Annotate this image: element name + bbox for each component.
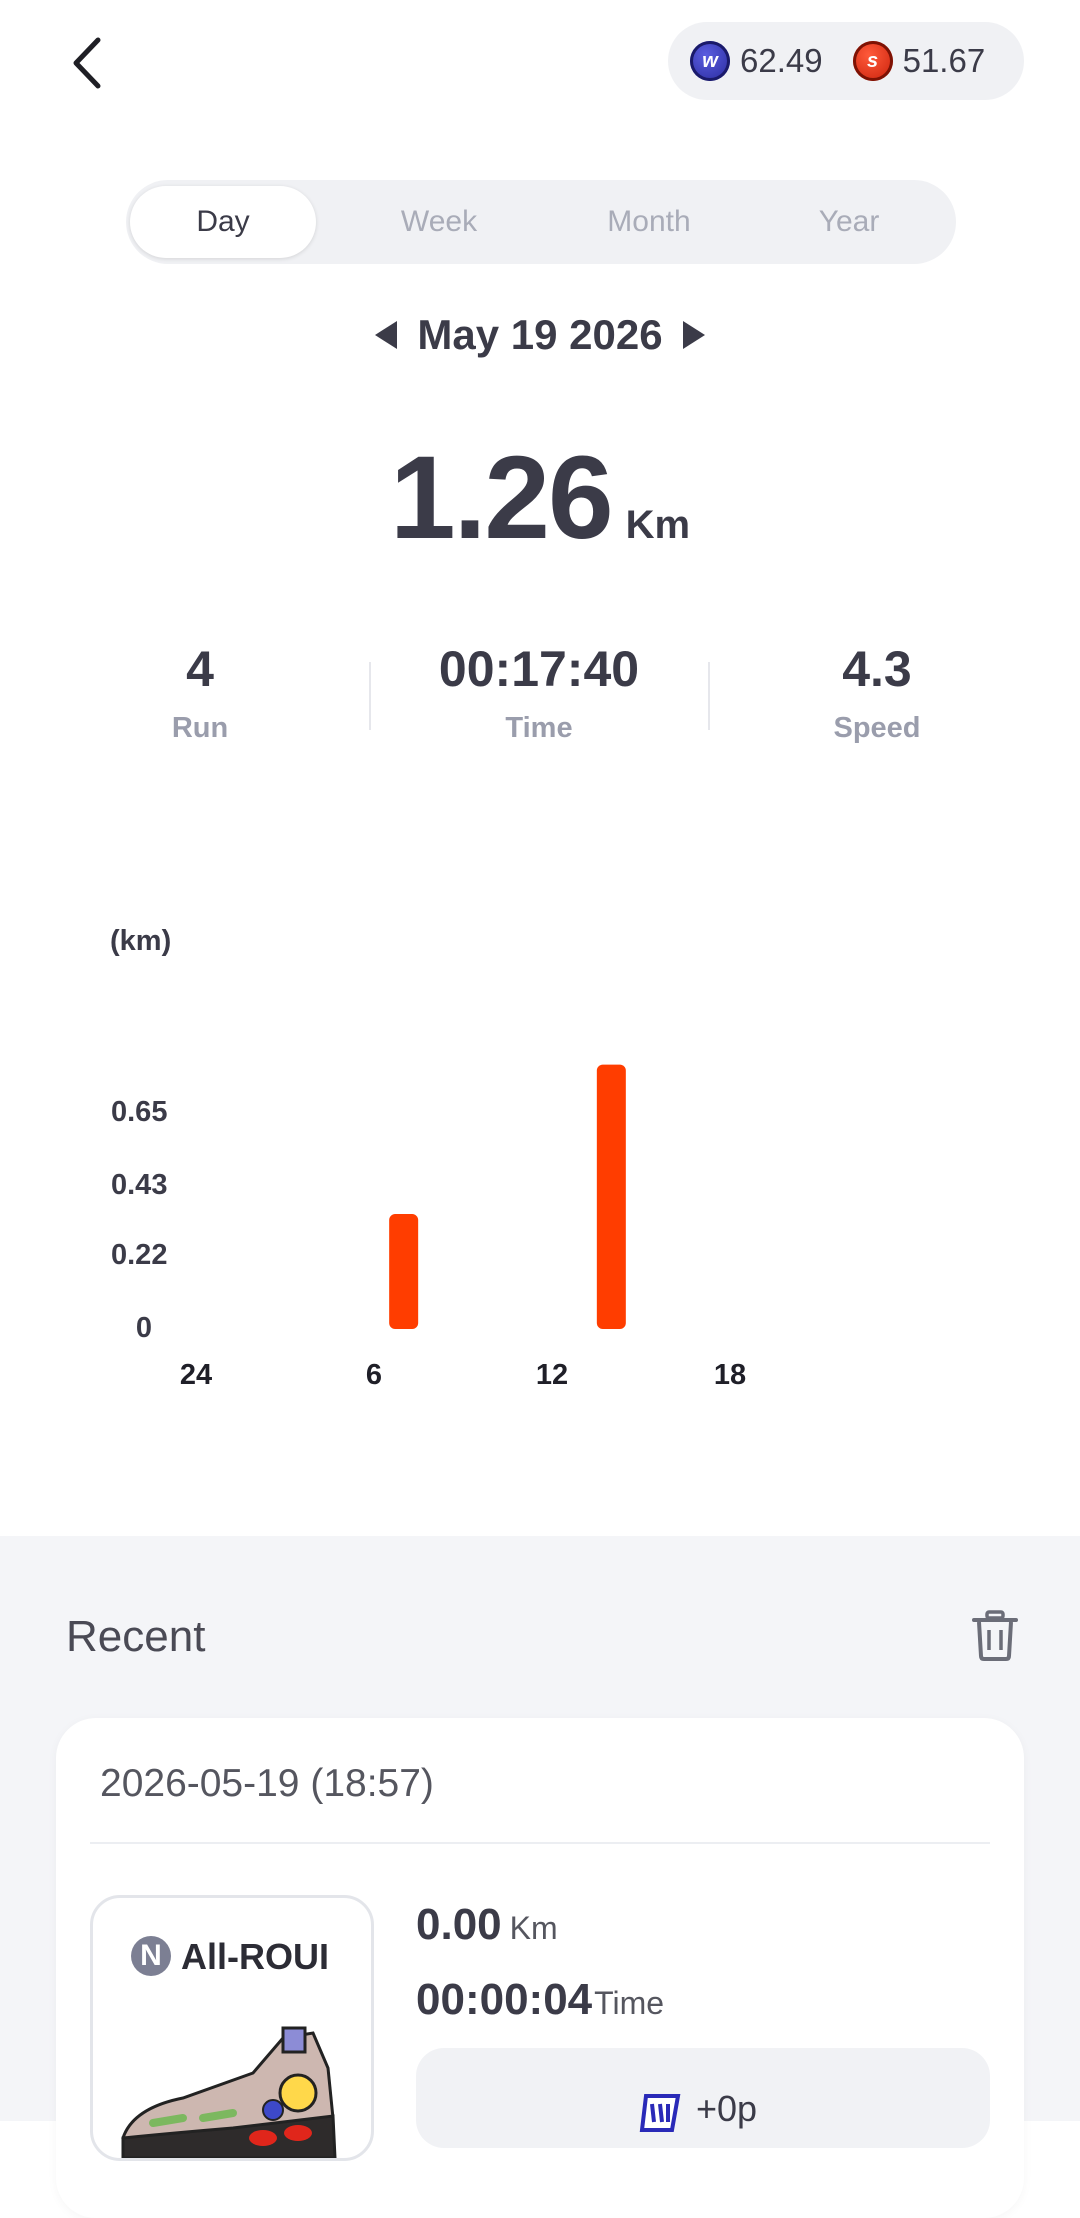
back-button[interactable] xyxy=(62,28,122,98)
token-w-value: 62.49 xyxy=(740,42,823,79)
y-axis-label: (km) xyxy=(110,925,171,957)
x-tick-label: 12 xyxy=(536,1359,568,1391)
x-tick-label: 24 xyxy=(180,1359,212,1391)
chart-bar xyxy=(596,1064,626,1329)
stat-time-value: 00:17:40 xyxy=(438,641,640,697)
stat-divider xyxy=(369,662,371,730)
shoe-grade-badge: N xyxy=(131,1936,171,1976)
w-token-icon xyxy=(639,2094,681,2132)
total-distance: 1.26 Km xyxy=(0,430,1080,566)
distance-unit: Km xyxy=(625,503,691,547)
run-time-value: 00:00:04 xyxy=(416,1975,593,2024)
current-date: May 19 2026 xyxy=(417,311,663,358)
tab-day[interactable]: Day xyxy=(130,186,316,258)
stat-run-label: Run xyxy=(171,712,229,744)
x-tick-label: 6 xyxy=(366,1359,382,1391)
shoe-name: All-ROUI xyxy=(181,1936,329,1977)
period-tabs: Day Week Month Year xyxy=(126,180,956,264)
next-date-button[interactable] xyxy=(682,321,705,349)
stat-speed-label: Speed xyxy=(833,712,921,744)
shoe-card[interactable]: N All-ROUI xyxy=(90,1895,374,2161)
previous-date-button[interactable] xyxy=(375,321,398,349)
stat-speed: 4.3 Speed xyxy=(727,640,1027,745)
run-distance: 0.00 Km xyxy=(416,1900,558,1950)
stat-time: 00:17:40 Time xyxy=(389,640,689,745)
sneaker-image xyxy=(121,2026,337,2158)
delete-button[interactable] xyxy=(972,1610,1018,1662)
y-tick-label: 0 xyxy=(136,1312,152,1344)
token-w: w 62.49 xyxy=(690,41,823,81)
stat-run-value: 4 xyxy=(186,641,214,697)
y-tick-label: 0.22 xyxy=(111,1239,167,1271)
chart-bar xyxy=(389,1214,419,1329)
run-datetime: 2026-05-19 (18:57) xyxy=(100,1762,434,1805)
tab-week[interactable]: Week xyxy=(356,186,522,258)
tab-year[interactable]: Year xyxy=(766,186,932,258)
stat-divider xyxy=(708,662,710,730)
trash-icon xyxy=(972,1610,1018,1661)
token-s: s 51.67 xyxy=(852,41,986,81)
run-distance-unit: Km xyxy=(509,1910,558,1946)
chevron-left-icon xyxy=(73,37,101,89)
date-selector: May 19 2026 xyxy=(0,300,1080,370)
tab-month[interactable]: Month xyxy=(556,186,742,258)
run-time: 00:00:04 Time xyxy=(416,1975,664,2025)
token-s-value: 51.67 xyxy=(902,42,986,79)
distance-value: 1.26 xyxy=(389,432,614,564)
run-time-label: Time xyxy=(594,1985,665,2021)
stat-speed-value: 4.3 xyxy=(842,641,912,697)
stat-run: 4 Run xyxy=(50,640,350,745)
reward-value: +0p xyxy=(696,2088,758,2129)
y-tick-label: 0.65 xyxy=(111,1096,167,1128)
s-coin-icon: s xyxy=(852,41,893,81)
recent-title: Recent xyxy=(66,1612,206,1661)
reward-box: +0p xyxy=(416,2048,990,2148)
run-distance-value: 0.00 xyxy=(416,1900,502,1949)
stat-time-label: Time xyxy=(505,712,573,744)
distance-chart: (km) 0 0.22 0.43 0.65 24 6 12 18 xyxy=(0,900,1080,1400)
y-tick-label: 0.43 xyxy=(111,1169,167,1201)
w-coin-icon: w xyxy=(690,41,730,81)
token-balance-pill: w 62.49 s 51.67 xyxy=(668,22,1024,100)
divider xyxy=(90,1842,990,1844)
x-tick-label: 18 xyxy=(714,1359,746,1391)
bar-chart: (km) 0 0.22 0.43 0.65 24 6 12 18 xyxy=(110,925,746,1391)
